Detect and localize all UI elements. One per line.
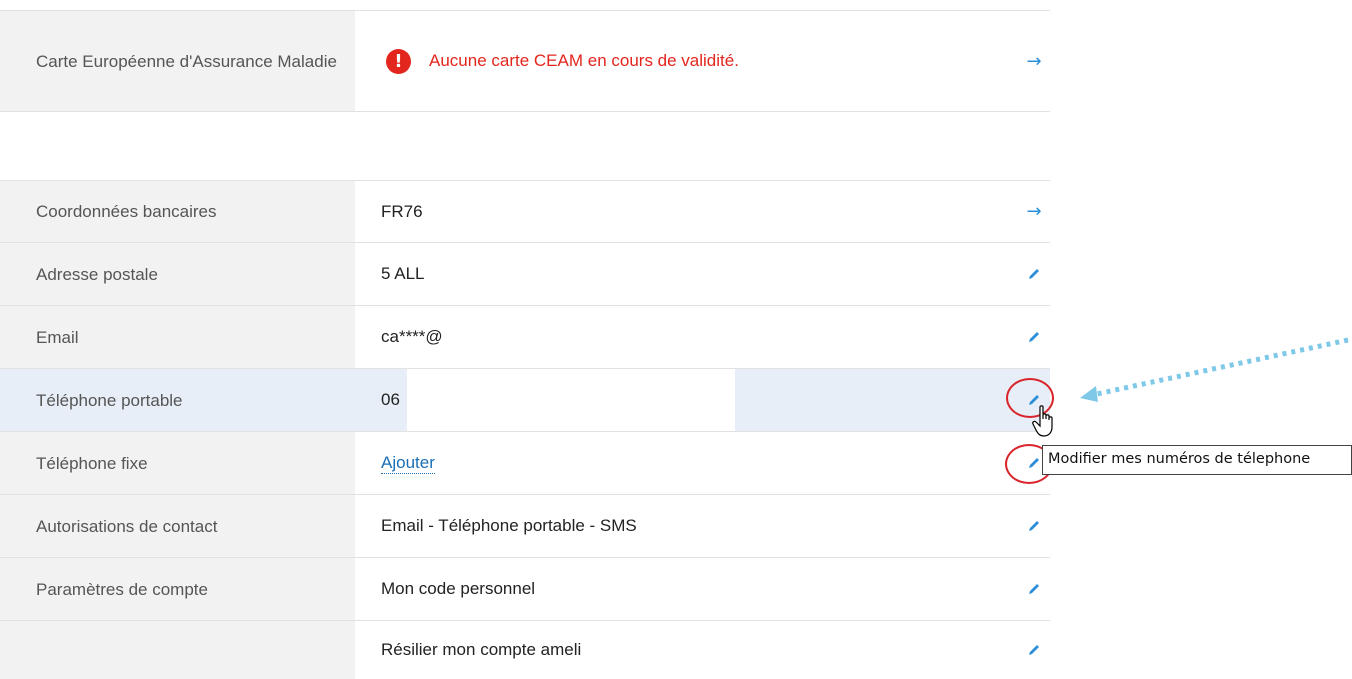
row-value-text: 5 ALL: [381, 264, 425, 283]
bank-details-arrow-button[interactable]: →: [1022, 200, 1046, 224]
pencil-icon: [1029, 269, 1039, 279]
ceam-label: Carte Européenne d'Assurance Maladie: [0, 11, 355, 111]
row-label: Téléphone portable: [0, 369, 355, 431]
ceam-alert-message: Aucune carte CEAM en cours de validité.: [429, 51, 739, 70]
row-label: Coordonnées bancaires: [0, 181, 355, 242]
row-email: Email ca****@: [0, 306, 1050, 369]
row-autorisations-contact: Autorisations de contact Email - Télépho…: [0, 495, 1050, 558]
row-coordonnees-bancaires: Coordonnées bancaires FR76 →: [0, 180, 1050, 243]
ceam-label-text: Carte Européenne d'Assurance Maladie: [36, 51, 337, 71]
row-value: Mon code personnel: [355, 558, 1050, 620]
row-value: ca****@: [355, 306, 1050, 368]
highlight-blank: [407, 369, 735, 431]
edit-personal-code-button[interactable]: [1022, 577, 1046, 601]
add-landline-link[interactable]: Ajouter: [381, 453, 435, 474]
row-value: Ajouter: [355, 432, 1050, 494]
row-label: Email: [0, 306, 355, 368]
annotation-dotted-arrow: [1080, 337, 1349, 402]
row-value-text: Email - Téléphone portable - SMS: [381, 516, 637, 535]
ceam-arrow-button[interactable]: →: [1022, 49, 1046, 73]
arrow-right-icon: →: [1026, 201, 1042, 222]
row-adresse-postale: Adresse postale 5 ALL: [0, 243, 1050, 306]
edit-email-button[interactable]: [1022, 325, 1046, 349]
row-telephone-portable: Téléphone portable 06: [0, 369, 1050, 432]
tooltip: Modifier mes numéros de télephone: [1042, 445, 1352, 475]
ceam-value: ! Aucune carte CEAM en cours de validité…: [355, 11, 1050, 111]
hand-cursor-icon: [1032, 405, 1053, 437]
arrow-right-icon: →: [1026, 50, 1042, 72]
edit-address-button[interactable]: [1022, 262, 1046, 286]
row-value-text: Résilier mon compte ameli: [381, 640, 582, 659]
row-label: Paramètres de compte: [0, 558, 355, 620]
pencil-icon: [1029, 584, 1039, 594]
row-label: Téléphone fixe: [0, 432, 355, 494]
close-account-button[interactable]: [1022, 638, 1046, 662]
row-label: [0, 621, 355, 679]
row-value: 5 ALL: [355, 243, 1050, 305]
row-value-text: ca****@: [381, 327, 443, 346]
row-value-text: Mon code personnel: [381, 579, 536, 598]
row-value-text: 06: [381, 390, 400, 409]
row-value: FR76: [355, 181, 1050, 242]
row-label: Autorisations de contact: [0, 495, 355, 557]
ceam-row: Carte Européenne d'Assurance Maladie ! A…: [0, 10, 1050, 112]
edit-contact-permissions-button[interactable]: [1022, 514, 1046, 538]
row-label: Adresse postale: [0, 243, 355, 305]
row-telephone-fixe: Téléphone fixe Ajouter: [0, 432, 1050, 495]
pencil-icon: [1029, 332, 1039, 342]
row-value: Résilier mon compte ameli: [355, 621, 1050, 679]
row-resilier-compte: Résilier mon compte ameli: [0, 621, 1050, 679]
alert-icon: !: [386, 48, 411, 74]
pencil-icon: [1029, 645, 1039, 655]
row-parametres-compte: Paramètres de compte Mon code personnel: [0, 558, 1050, 621]
row-value-text: FR76: [381, 201, 423, 221]
row-value: Email - Téléphone portable - SMS: [355, 495, 1050, 557]
pencil-icon: [1029, 521, 1039, 531]
